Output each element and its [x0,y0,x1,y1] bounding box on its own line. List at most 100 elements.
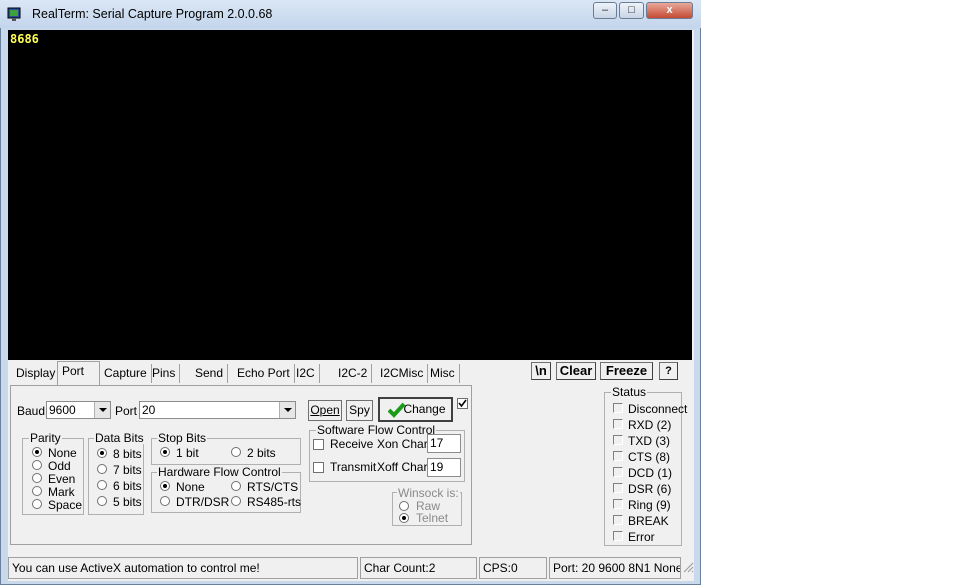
terminal-text: 8686 [10,32,39,46]
stop-bits-2-label: 2 bits [247,446,276,460]
change-label: Change [403,402,446,416]
data-bits-7-radio[interactable] [97,464,107,474]
port-value: 20 [142,403,156,417]
parity-mark-radio[interactable] [32,486,42,496]
sw-flow-receive-label: Receive [330,437,374,451]
checkmark-icon [387,402,406,425]
hw-flow-rts-cts-radio[interactable] [231,481,241,491]
chevron-down-icon[interactable] [279,402,295,418]
statusbar-message: You can use ActiveX automation to contro… [8,557,358,579]
hw-flow-rs485-radio[interactable] [231,496,241,506]
status-disconnect: Disconnect [628,402,688,416]
status-error: Error [628,530,655,544]
change-button[interactable]: Change [378,397,453,422]
status-dsr: DSR (6) [628,482,672,496]
status-led-break [613,515,623,525]
status-led-error [613,531,623,541]
hw-flow-none-radio[interactable] [160,481,170,491]
sw-flow-label: Software Flow Control [316,423,437,437]
xoff-char-input[interactable]: 19 [427,458,461,477]
parity-mark-label: Mark [48,485,75,499]
xon-char-input[interactable]: 17 [427,434,461,453]
data-bits-8-radio[interactable] [97,448,107,458]
change-checkbox[interactable] [457,398,468,409]
data-bits-label: Data Bits [94,431,145,445]
status-led-cts [613,451,623,461]
xoff-char-label: Xoff Char: [377,460,431,474]
window-title: RealTerm: Serial Capture Program 2.0.0.6… [32,7,273,21]
chevron-down-icon[interactable] [94,402,110,418]
baud-select[interactable]: 9600 [46,401,111,419]
hw-flow-rts-cts-label: RTS/CTS [247,480,299,494]
tab-echo-port[interactable]: Echo Port [233,364,295,383]
data-bits-7-label: 7 bits [113,463,142,477]
status-cts: CTS (8) [628,450,670,464]
close-button[interactable]: x [646,2,693,19]
winsock-telnet-radio[interactable] [399,513,409,523]
clear-button[interactable]: Clear [556,362,596,380]
stop-bits-2-radio[interactable] [231,447,241,457]
parity-odd-radio[interactable] [32,460,42,470]
open-button[interactable]: Open [308,400,342,421]
spy-button[interactable]: Spy [346,400,373,421]
status-break: BREAK [628,514,669,528]
hw-flow-rs485-label: RS485-rts [247,495,302,509]
data-bits-5-label: 5 bits [113,495,142,509]
tab-display[interactable]: Display [12,364,61,383]
status-ring: Ring (9) [628,498,671,512]
status-led-ring [613,499,623,509]
sw-flow-receive-checkbox[interactable] [313,439,324,450]
status-rxd: RXD (2) [628,418,672,432]
statusbar-char-count: Char Count:2 [360,557,477,579]
tab-misc[interactable]: Misc [426,364,460,383]
help-button[interactable]: ? [659,362,678,380]
stop-bits-label: Stop Bits [157,431,208,445]
status-txd: TXD (3) [628,434,670,448]
hw-flow-dtr-dsr-label: DTR/DSR [176,495,230,509]
tab-port[interactable]: Port [57,361,100,385]
parity-even-radio[interactable] [32,473,42,483]
winsock-telnet-label: Telnet [416,511,449,525]
hw-flow-none-label: None [176,480,205,494]
sw-flow-transmit-label: Transmit [330,460,377,474]
parity-space-radio[interactable] [32,499,42,509]
data-bits-5-radio[interactable] [97,496,107,506]
winsock-raw-radio[interactable] [399,501,409,511]
hw-flow-dtr-dsr-radio[interactable] [160,496,170,506]
newline-button[interactable]: \n [531,362,551,380]
stop-bits-1-radio[interactable] [160,447,170,457]
statusbar-port-info: Port: 20 9600 8N1 None [549,557,681,579]
status-led-disconnect [613,403,623,413]
parity-odd-label: Odd [48,459,71,473]
baud-label: Baud [17,404,46,418]
data-bits-6-label: 6 bits [113,479,142,493]
status-led-rxd [613,419,623,429]
terminal-screen[interactable] [8,30,692,360]
baud-value: 9600 [49,403,76,417]
xon-char-label: Xon Char: [377,437,432,451]
minimize-button[interactable]: – [593,2,617,19]
tab-pins[interactable]: Pins [148,364,181,383]
maximize-button[interactable]: □ [619,2,644,19]
status-label: Status [611,385,648,399]
tab-i2c-2[interactable]: I2C-2 [334,364,373,383]
hw-flow-label: Hardware Flow Control [157,465,282,479]
parity-none-radio[interactable] [32,447,42,457]
stop-bits-1-label: 1 bit [176,446,199,460]
parity-space-label: Space [48,498,83,512]
app-icon [7,6,23,22]
sw-flow-transmit-checkbox[interactable] [313,462,324,473]
data-bits-8-label: 8 bits [113,447,142,461]
tab-i2c[interactable]: I2C [292,364,320,383]
tab-send[interactable]: Send [191,364,229,383]
data-bits-6-radio[interactable] [97,480,107,490]
parity-label: Parity [29,431,62,445]
tab-capture[interactable]: Capture [100,364,152,383]
tab-i2cmisc[interactable]: I2CMisc [376,364,429,383]
port-select[interactable]: 20 [139,401,296,419]
status-led-dcd [613,467,623,477]
freeze-button[interactable]: Freeze [600,362,653,380]
status-dcd: DCD (1) [628,466,672,480]
status-led-txd [613,435,623,445]
resize-grip-icon[interactable] [683,562,694,577]
